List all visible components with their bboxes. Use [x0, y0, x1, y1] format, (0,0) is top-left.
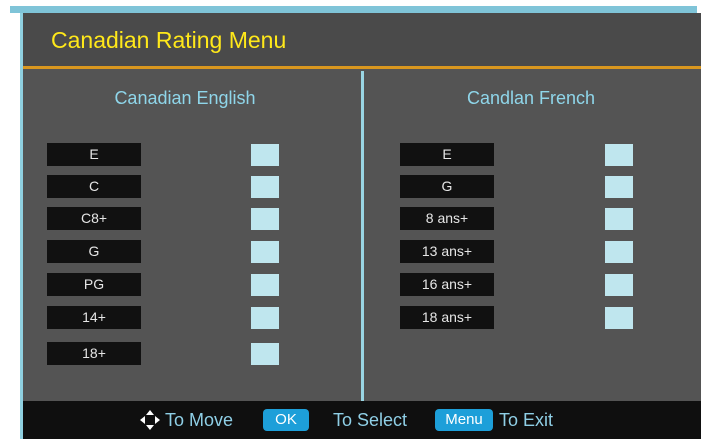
exit-hint-text: To Exit [499, 410, 554, 430]
page-title: Canadian Rating Menu [51, 27, 287, 53]
french-rating-label[interactable]: G [400, 175, 494, 198]
english-rating-label[interactable]: E [47, 143, 141, 166]
top-frame-strip [10, 6, 697, 13]
title-bar: Canadian Rating Menu [23, 13, 701, 69]
french-rating-label[interactable]: 13 ans+ [400, 240, 494, 263]
french-rating-label[interactable]: E [400, 143, 494, 166]
english-rating-checkbox[interactable] [251, 274, 279, 296]
english-rating-checkbox[interactable] [251, 144, 279, 166]
english-rating-checkbox[interactable] [251, 241, 279, 263]
tv-screen: Canadian Rating Menu Canadian English Ca… [20, 13, 701, 439]
english-rating-label[interactable]: C [47, 175, 141, 198]
ok-key-badge: OK [263, 409, 309, 431]
french-rating-checkbox[interactable] [605, 307, 633, 329]
english-rating-checkbox[interactable] [251, 176, 279, 198]
english-rating-label[interactable]: 14+ [47, 306, 141, 329]
menu-key-badge: Menu [435, 409, 493, 431]
dpad-arrows-icon [140, 410, 160, 430]
english-rating-label[interactable]: 18+ [47, 342, 141, 365]
french-rating-checkbox[interactable] [605, 274, 633, 296]
french-rating-checkbox[interactable] [605, 241, 633, 263]
english-rating-checkbox[interactable] [251, 343, 279, 365]
english-rating-label[interactable]: C8+ [47, 207, 141, 230]
select-hint-text: To Select [333, 410, 408, 430]
footer-hint-bar: To Move OK To Select Menu To Exit [23, 401, 701, 439]
english-rating-checkbox[interactable] [251, 208, 279, 230]
english-column-title: Canadian English [114, 88, 256, 108]
move-hint-text: To Move [165, 410, 234, 430]
french-column-title: Candlan French [466, 88, 596, 108]
column-divider [361, 71, 364, 401]
english-rating-label[interactable]: PG [47, 273, 141, 296]
french-rating-checkbox[interactable] [605, 144, 633, 166]
french-rating-label[interactable]: 16 ans+ [400, 273, 494, 296]
french-rating-label[interactable]: 8 ans+ [400, 207, 494, 230]
french-rating-checkbox[interactable] [605, 176, 633, 198]
french-rating-label[interactable]: 18 ans+ [400, 306, 494, 329]
english-rating-label[interactable]: G [47, 240, 141, 263]
english-rating-checkbox[interactable] [251, 307, 279, 329]
french-rating-checkbox[interactable] [605, 208, 633, 230]
